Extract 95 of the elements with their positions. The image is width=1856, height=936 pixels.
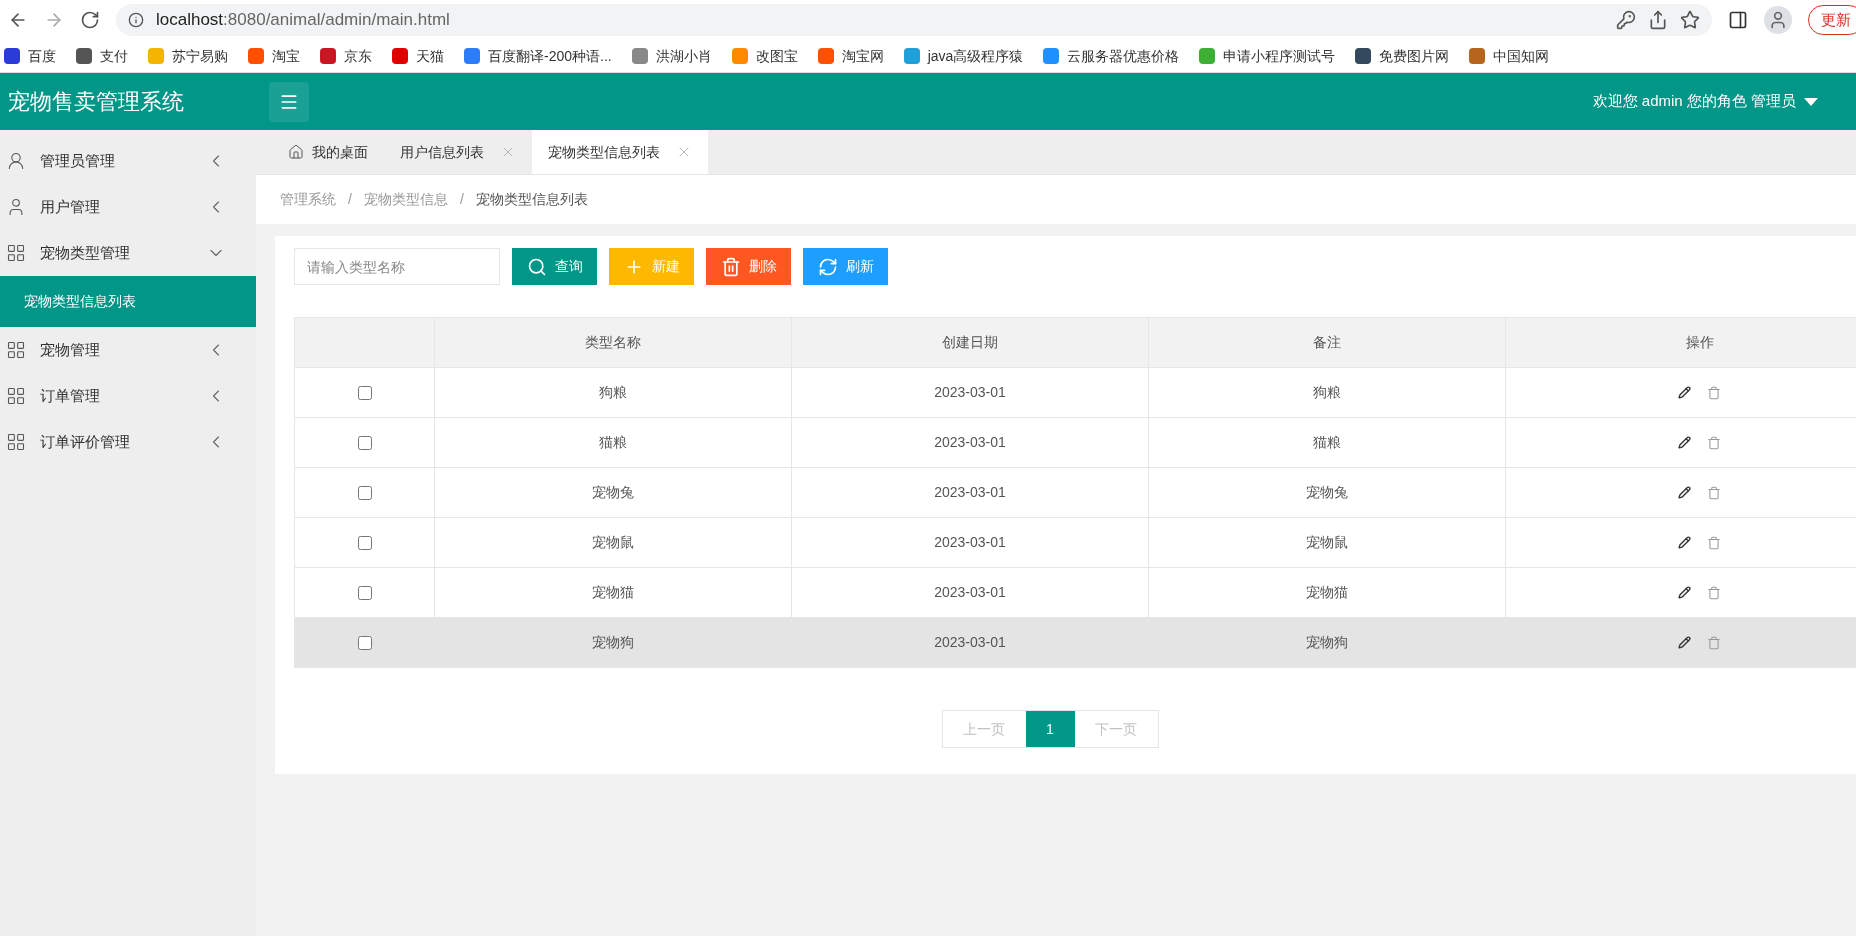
bookmark[interactable]: 淘宝网 [817,45,884,67]
row-checkbox[interactable] [357,635,372,650]
bookmark[interactable]: 淘宝 [248,45,300,67]
page-tab[interactable]: 用户信息列表 [384,130,532,174]
edit-icon[interactable] [1678,586,1691,599]
page-tab[interactable]: 宠物类型信息列表 [532,130,708,174]
bookmark[interactable]: 云服务器优惠价格 [1043,45,1180,67]
table-row[interactable]: 宠物狗 2023-03-01 宠物狗 [295,618,1856,668]
delete-icon[interactable] [1707,385,1721,400]
profile-avatar[interactable] [1764,6,1792,34]
trash-icon [720,256,741,277]
table-cell-text: 宠物狗 [1306,633,1348,652]
sidebar-item[interactable]: 订单管理 [0,373,256,419]
table-cell-text: 2023-03-01 [934,433,1006,452]
sidebar-item[interactable]: 订单评价管理 [0,419,256,465]
person-icon [6,151,26,171]
row-checkbox[interactable] [357,385,372,400]
edit-icon[interactable] [1678,386,1691,399]
sidebar-subitem[interactable]: 宠物类型信息列表 [0,276,256,327]
bookmark[interactable]: 支付 [76,45,128,67]
bookmark[interactable]: java高级程序猿 [903,45,1024,67]
table-cell-text: 2023-03-01 [934,383,1006,402]
table-row[interactable]: 宠物猫 2023-03-01 宠物猫 [295,568,1856,618]
table-cell-text: 宠物兔 [592,483,634,502]
table-cell-text: 2023-03-01 [934,633,1006,652]
bookmark[interactable]: 百度 [4,45,56,67]
person-icon [1768,10,1788,30]
bookmark[interactable]: 苏宁易购 [148,45,228,67]
delete-icon[interactable] [1707,535,1721,550]
grid-icon [6,340,26,360]
home-icon [288,144,304,160]
row-checkbox[interactable] [357,535,372,550]
edit-icon[interactable] [1678,536,1691,549]
grid-icon [6,432,26,452]
edit-icon[interactable] [1678,486,1691,499]
address-bar[interactable]: localhost:8080/animal/admin/main.html [116,4,1712,36]
info-icon[interactable] [128,12,144,28]
star-icon[interactable] [1680,10,1700,30]
bookmark[interactable]: 百度翻译-200种语... [464,45,612,67]
refresh-icon [817,256,838,277]
menu-toggle-button[interactable] [269,81,309,122]
table-cell-text: 宠物猫 [592,583,634,602]
toolbar-button[interactable]: 查询 [512,248,597,285]
key-icon[interactable] [1616,10,1636,30]
delete-icon[interactable] [1707,435,1721,450]
table-cell-text: 宠物猫 [1306,583,1348,602]
bookmark[interactable]: 改图宝 [731,45,798,67]
bookmark[interactable]: 中国知网 [1469,45,1550,67]
breadcrumb-separator: / [459,190,464,209]
user-info-text[interactable]: 欢迎您 admin 您的角色 管理员 [1592,90,1796,113]
url-text: localhost:8080/animal/admin/main.html [156,9,451,32]
delete-icon[interactable] [1707,585,1721,600]
edit-icon[interactable] [1678,436,1691,449]
delete-icon[interactable] [1707,485,1721,500]
table-row[interactable]: 猫粮 2023-03-01 猫粮 [295,418,1856,468]
table-cell-text: 宠物鼠 [1306,533,1348,552]
bookmark[interactable]: 天猫 [392,45,444,67]
page-number-button[interactable]: 1 [1025,711,1075,747]
bookmark[interactable]: 免费图片网 [1355,45,1450,67]
sidebar-item[interactable]: 宠物类型管理 [0,230,256,276]
table-cell-text: 猫粮 [1313,433,1341,452]
search-field[interactable]: 请输入类型名称 [294,248,500,285]
share-icon[interactable] [1648,10,1668,30]
table-cell-text: 狗粮 [599,383,627,402]
table-cell-text: 2023-03-01 [934,533,1006,552]
row-checkbox[interactable] [357,435,372,450]
app-title: 宠物售卖管理系统 [7,88,185,116]
grid-icon [6,386,26,406]
bookmark[interactable]: 洪湖小肖 [631,45,712,67]
table-cell-text: 宠物鼠 [592,533,634,552]
table-row[interactable]: 宠物鼠 2023-03-01 宠物鼠 [295,518,1856,568]
table-row[interactable]: 狗粮 2023-03-01 狗粮 [295,368,1856,418]
table-cell-text: 2023-03-01 [934,583,1006,602]
reload-icon[interactable] [80,10,100,30]
row-checkbox[interactable] [357,585,372,600]
side-panel-icon[interactable] [1728,10,1748,30]
table-cell-text: 2023-03-01 [934,483,1006,502]
search-icon [526,256,547,277]
dropdown-caret-icon[interactable] [1804,97,1818,106]
breadcrumb-item[interactable]: 宠物类型信息列表 [475,189,588,210]
bookmark[interactable]: 申请小程序测试号 [1199,45,1336,67]
grid-icon [6,243,26,263]
sidebar-item[interactable]: 宠物管理 [0,327,256,373]
bookmark[interactable]: 京东 [320,45,372,67]
row-checkbox[interactable] [357,485,372,500]
sidebar-item[interactable]: 用户管理 [0,184,256,230]
table-cell-text: 猫粮 [599,433,627,452]
sidebar-item[interactable]: 管理员管理 [0,138,256,184]
table-row[interactable]: 宠物兔 2023-03-01 宠物兔 [295,468,1856,518]
table-cell-text: 宠物狗 [592,633,634,652]
table-cell-text: 狗粮 [1313,383,1341,402]
breadcrumb-separator: / [348,190,352,209]
page-tab[interactable]: 我的桌面 [272,130,384,174]
table-cell-text: 宠物兔 [1306,483,1348,502]
edit-icon[interactable] [1678,636,1691,649]
